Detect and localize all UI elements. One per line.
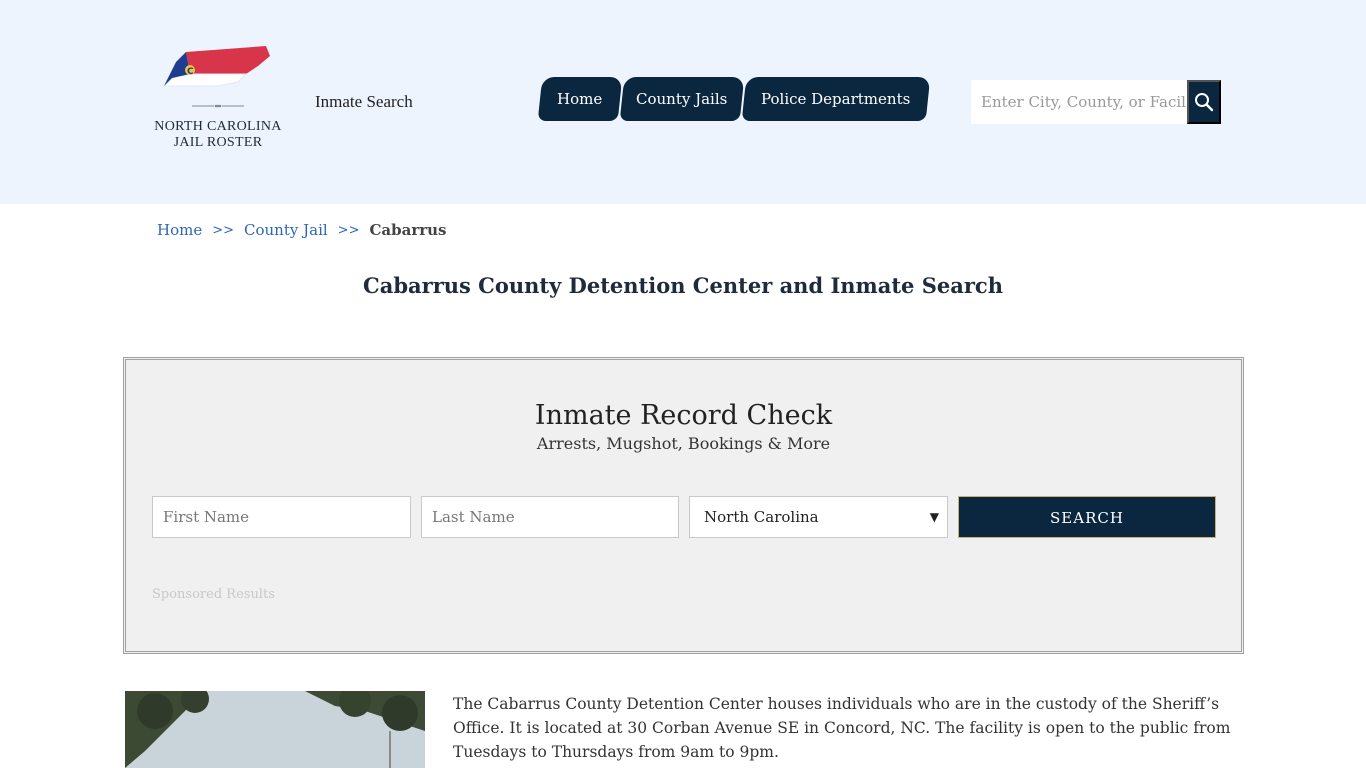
state-select[interactable]: North Carolina ▼: [689, 496, 948, 538]
intro-paragraph: The Cabarrus County Detention Center hou…: [453, 695, 1231, 761]
site-logo[interactable]: C NORTH CAROLINA JAIL ROSTER: [148, 44, 288, 156]
nav-home-label: Home: [557, 90, 603, 108]
site-search-input[interactable]: Enter City, County, or Facil: [971, 80, 1187, 124]
trees-photo-icon: [125, 691, 425, 768]
svg-text:C: C: [187, 67, 194, 77]
nc-state-flag-icon: C: [162, 46, 270, 108]
breadcrumb-separator: >>: [212, 223, 235, 238]
logo-line-1: NORTH CAROLINA: [154, 119, 282, 134]
site-search-button[interactable]: [1187, 80, 1221, 124]
sponsored-results-label: Sponsored Results: [152, 587, 275, 602]
site-header: C NORTH CAROLINA JAIL ROSTER Inmate Sear…: [0, 0, 1366, 204]
state-select-value: North Carolina: [704, 508, 819, 526]
nav-county-jails[interactable]: County Jails: [619, 77, 745, 121]
nav-home[interactable]: Home: [537, 77, 623, 121]
detention-center-photo: [125, 691, 425, 768]
chevron-down-icon: ▼: [929, 510, 939, 524]
record-search-button[interactable]: SEARCH: [958, 496, 1216, 538]
logo-text: NORTH CAROLINA JAIL ROSTER: [148, 119, 288, 151]
breadcrumb-home[interactable]: Home: [157, 221, 202, 239]
logo-line-2: JAIL ROSTER: [173, 135, 263, 150]
breadcrumb-separator: >>: [337, 223, 360, 238]
search-icon: [1195, 93, 1214, 112]
breadcrumb-county-jail[interactable]: County Jail: [244, 221, 328, 239]
nav-police-departments[interactable]: Police Departments: [741, 77, 931, 121]
nav-county-jails-label: County Jails: [636, 90, 728, 108]
breadcrumb-current: Cabarrus: [369, 221, 447, 239]
inmate-record-check-panel: Inmate Record Check Arrests, Mugshot, Bo…: [123, 357, 1244, 654]
first-name-input[interactable]: First Name: [152, 496, 411, 538]
record-check-subtitle: Arrests, Mugshot, Bookings & More: [536, 434, 831, 453]
inmate-search-link[interactable]: Inmate Search: [315, 92, 413, 112]
breadcrumb: Home >> County Jail >> Cabarrus: [157, 221, 447, 239]
main-nav: Home County Jails Police Departments: [537, 77, 931, 121]
record-check-title: Inmate Record Check: [534, 400, 833, 431]
nav-police-departments-label: Police Departments: [761, 90, 911, 108]
last-name-input[interactable]: Last Name: [421, 496, 679, 538]
page-title: Cabarrus County Detention Center and Inm…: [363, 273, 1003, 298]
